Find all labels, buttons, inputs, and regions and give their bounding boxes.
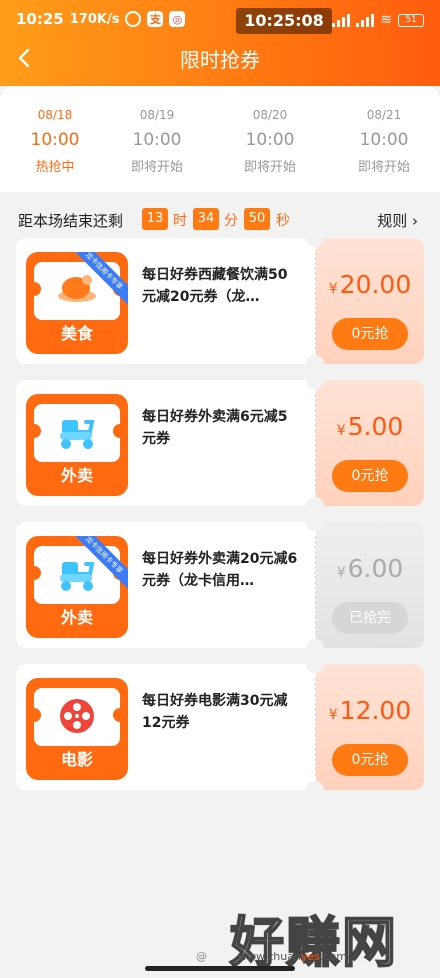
film-reel-icon: [60, 699, 94, 733]
session-tab-4[interactable]: 08/21 10:00 即将开始: [329, 86, 439, 175]
food-category-icon: 龙卡信用卡专享 美食: [26, 252, 128, 354]
takeout-category-icon: 外卖: [26, 394, 128, 496]
signal-icon-2: [356, 13, 375, 27]
takeout-category-icon: 龙卡信用卡专享 外卖: [26, 536, 128, 638]
countdown-minutes-unit: 分: [224, 213, 238, 229]
session-status: 即将开始: [357, 160, 410, 175]
home-indicator[interactable]: [145, 966, 295, 971]
status-speed: 170K/s: [69, 11, 120, 27]
sold-out-button: 已抢完: [332, 602, 408, 634]
coupon-price: ¥5.00: [336, 412, 404, 441]
app-notification-icon: ◎: [169, 11, 186, 27]
grab-button[interactable]: 0元抢: [332, 460, 408, 492]
session-time: 10:00: [132, 130, 182, 150]
alarm-icon: [125, 11, 142, 27]
alipay-icon: 支: [147, 11, 164, 27]
coupon-card: 龙卡信用卡专享 外卖 每日好券外卖满20元减6元券（龙卡信用… ¥6.00 已抢…: [16, 522, 424, 648]
session-date: 08/21: [366, 108, 402, 122]
grab-button[interactable]: 0元抢: [332, 744, 408, 776]
coupon-card: 电影 每日好券电影满30元减12元券 ¥12.00 0元抢: [16, 664, 424, 790]
category-label: 外卖: [60, 608, 93, 627]
coupon-description: 每日好券西藏餐饮满50元减20元券（龙…: [142, 267, 288, 305]
grab-button[interactable]: 0元抢: [332, 318, 408, 350]
watermark-url: www.zhuanyes.com: [238, 950, 347, 963]
wifi-icon: ≋: [380, 12, 392, 28]
coupon-card: 龙卡信用卡专享 美食 每日好券西藏餐饮满50元减20元券（龙… ¥20.00 0…: [16, 238, 424, 364]
category-label: 外卖: [60, 466, 93, 485]
coupon-price: ¥20.00: [328, 270, 412, 299]
coupon-card: 外卖 每日好券外卖满6元减5元券 ¥5.00 0元抢: [16, 380, 424, 506]
session-tab-1[interactable]: 08/18 10:00 热抢中: [0, 86, 110, 175]
session-date: 08/20: [252, 108, 288, 122]
status-clock: 10:25: [16, 10, 64, 28]
session-time: 10:00: [30, 130, 80, 150]
countdown-hours: 13: [142, 208, 168, 230]
chevron-right-icon: ›: [412, 212, 418, 230]
session-status: 即将开始: [130, 160, 183, 175]
status-bar: 10:25 170K/s 支 ◎ 10:25:08 ≋ 51: [0, 0, 440, 40]
scooter-icon: [60, 562, 95, 591]
coupon-description: 每日好券外卖满20元减6元券（龙卡信用…: [142, 551, 298, 589]
session-time: 10:00: [245, 130, 295, 150]
watermark-at: @: [196, 950, 207, 963]
countdown-minutes: 34: [193, 208, 219, 230]
session-tabs: 08/18 10:00 热抢中 08/19 10:00 即将开始 08/20 1…: [0, 86, 440, 192]
coupon-price: ¥12.00: [328, 696, 412, 725]
countdown-label: 距本场结束还剩: [18, 212, 124, 230]
category-label: 美食: [60, 324, 93, 343]
session-time: 10:00: [359, 130, 409, 150]
movie-category-icon: 电影: [26, 678, 128, 780]
countdown-hours-unit: 时: [173, 213, 187, 229]
countdown-row: 距本场结束还剩 13 时 34 分 50 秒 规则 ›: [0, 200, 440, 236]
coupon-description: 每日好券外卖满6元减5元券: [142, 409, 288, 447]
signal-icon: [332, 13, 351, 27]
countdown-seconds-unit: 秒: [276, 213, 290, 229]
page-title: 限时抢券: [180, 48, 260, 72]
category-label: 电影: [60, 750, 93, 769]
rules-link[interactable]: 规则 ›: [377, 210, 418, 231]
coupon-description: 每日好券电影满30元减12元券: [142, 693, 288, 731]
session-status: 热抢中: [35, 160, 75, 175]
time-overlay: 10:25:08: [236, 8, 332, 34]
session-tab-2[interactable]: 08/19 10:00 即将开始: [102, 86, 212, 175]
rules-label: 规则: [377, 212, 408, 230]
coupon-price: ¥6.00: [336, 554, 404, 583]
session-date: 08/19: [139, 108, 175, 122]
battery-icon: 51: [398, 13, 424, 27]
scooter-icon: [60, 420, 95, 449]
session-tab-3[interactable]: 08/20 10:00 即将开始: [215, 86, 325, 175]
session-status: 即将开始: [243, 160, 296, 175]
session-date: 08/18: [37, 108, 73, 122]
countdown-seconds: 50: [244, 208, 270, 230]
roast-chicken-icon: [58, 275, 96, 302]
